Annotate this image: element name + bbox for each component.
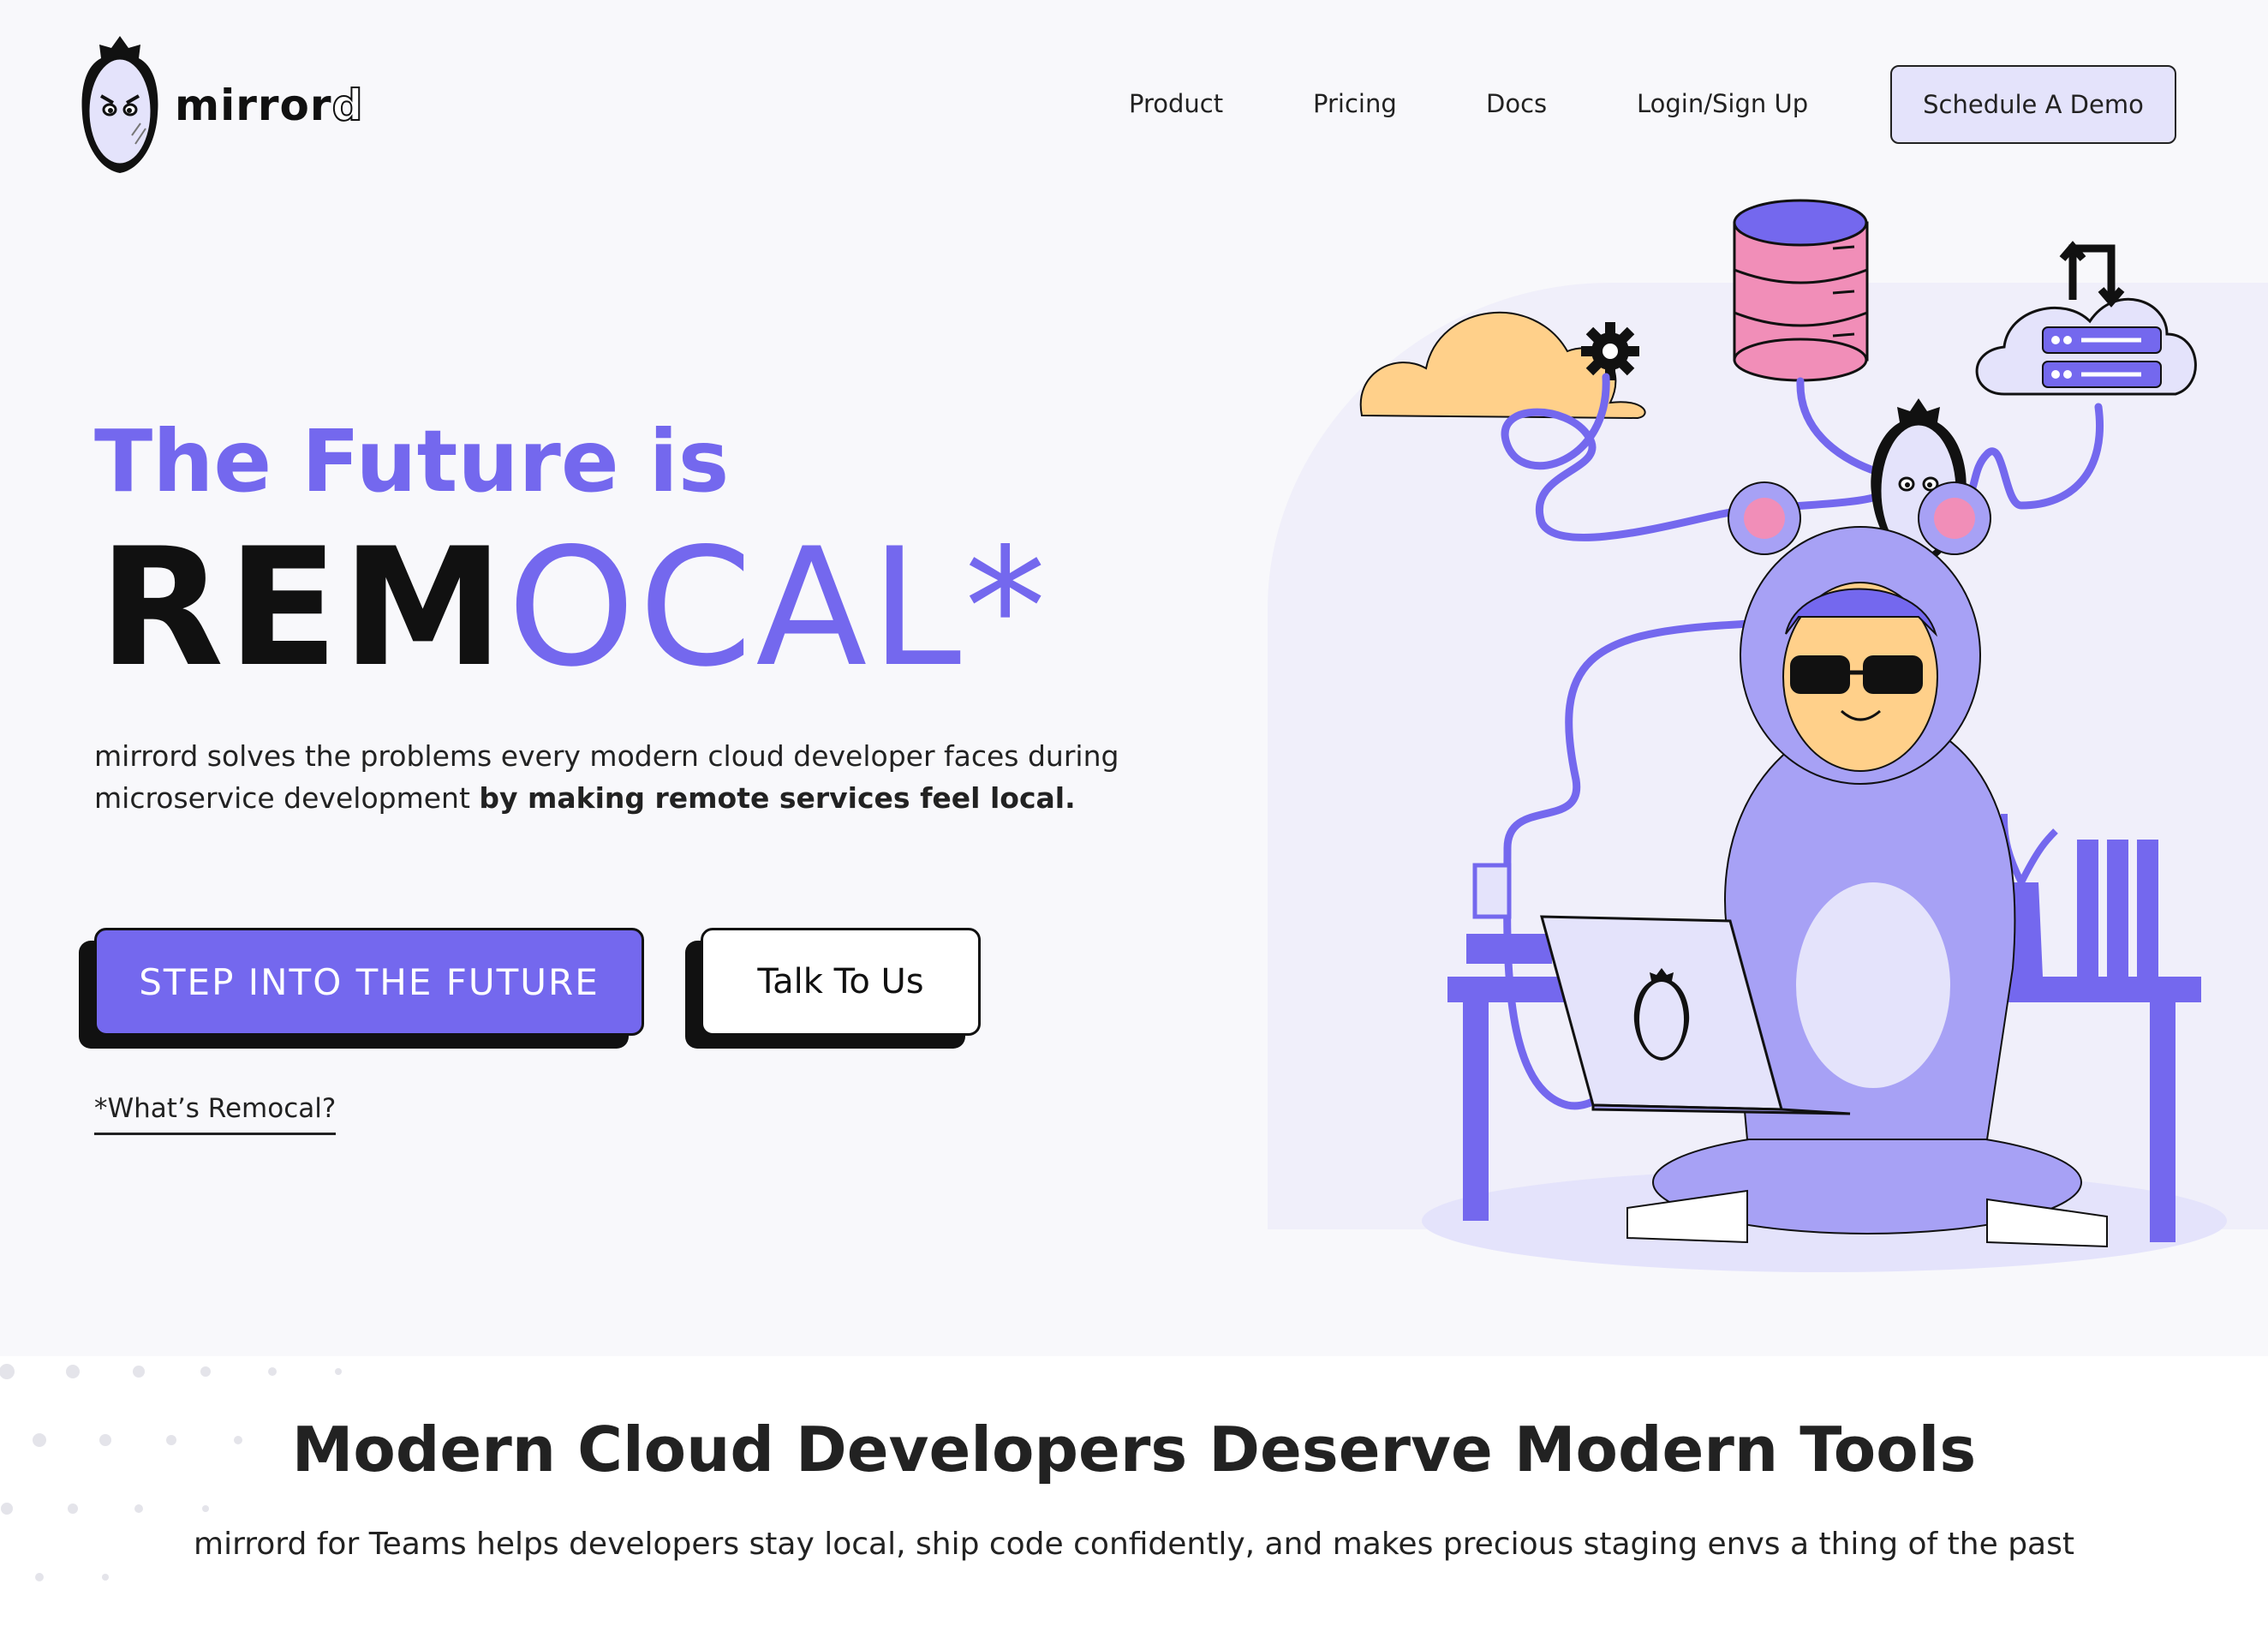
- database-icon: [1733, 199, 1869, 382]
- schedule-demo-button[interactable]: Schedule A Demo: [1890, 65, 2176, 144]
- gear-icon: [1581, 322, 1639, 380]
- decorative-dots: [0, 1364, 342, 1581]
- nav-docs[interactable]: Docs: [1486, 89, 1547, 118]
- hero-description: mirrord solves the problems every modern…: [94, 735, 1148, 819]
- site-header: mirrord Product Pricing Docs Login/Sign …: [0, 0, 2268, 197]
- nav-pricing[interactable]: Pricing: [1313, 89, 1397, 118]
- hero-illustration: [1268, 199, 2268, 1272]
- section-subtitle: mirrord for Teams helps developers stay …: [194, 1527, 2074, 1562]
- whats-remocal-link[interactable]: *What’s Remocal?: [94, 1093, 337, 1135]
- talk-to-us-button[interactable]: Talk To Us: [701, 928, 981, 1036]
- hero-title-black: REM: [98, 513, 508, 702]
- hero-title-purple: OCAL*: [507, 513, 1050, 702]
- nav-login-signup[interactable]: Login/Sign Up: [1637, 89, 1808, 118]
- nav-product[interactable]: Product: [1129, 89, 1223, 118]
- hero-title: REMOCAL*: [98, 527, 1049, 690]
- hero-pretitle: The Future is: [94, 411, 730, 511]
- section-title: Modern Cloud Developers Deserve Modern T…: [291, 1414, 1977, 1486]
- step-into-future-button[interactable]: STEP INTO THE FUTURE: [94, 928, 644, 1036]
- hero-description-bold: by making remote services feel local.: [479, 781, 1076, 815]
